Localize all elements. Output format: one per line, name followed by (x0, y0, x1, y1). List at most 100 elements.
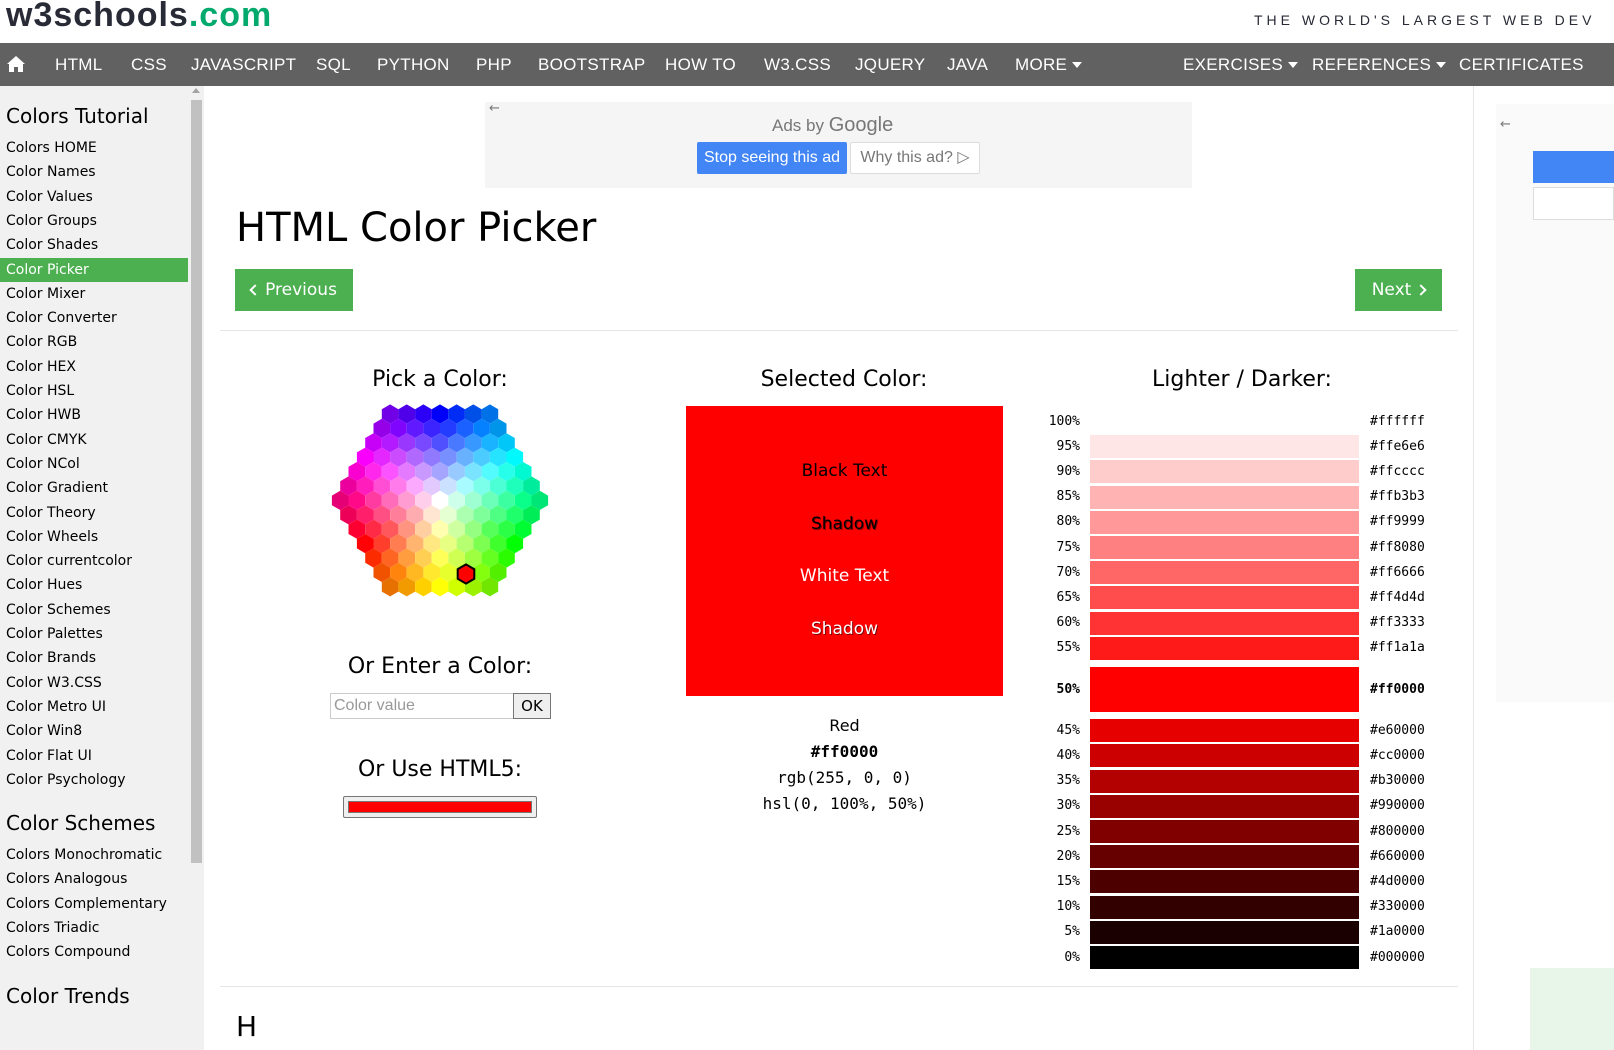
back-arrow-icon[interactable]: ← (489, 101, 500, 116)
nav-certificates[interactable]: CERTIFICATES (1459, 55, 1584, 75)
sidebar-link[interactable]: Color currentcolor (0, 549, 188, 573)
sidebar-scroll-thumb[interactable] (191, 100, 202, 863)
why-this-ad-button[interactable]: Why this ad? ▷ (850, 142, 980, 174)
sidebar-link[interactable]: Color CMYK (0, 428, 188, 452)
color-hexagon-map[interactable] (326, 404, 554, 600)
nav-bootstrap[interactable]: BOOTSTRAP (538, 55, 646, 75)
back-arrow-icon[interactable]: ← (1500, 117, 1511, 132)
shade-hex-value[interactable]: #330000 (1370, 899, 1425, 914)
shade-swatch[interactable] (1090, 410, 1359, 433)
shade-hex-value[interactable]: #800000 (1370, 824, 1425, 839)
sidebar-link[interactable]: Colors Compound (0, 940, 188, 964)
shade-hex-value[interactable]: #ffffff (1370, 414, 1425, 429)
shade-hex-value[interactable]: #ff9999 (1370, 514, 1425, 529)
shade-hex-value[interactable]: #ff4d4d (1370, 590, 1425, 605)
sidebar-link[interactable]: Color Values (0, 185, 188, 209)
shade-hex-value[interactable]: #ff8080 (1370, 540, 1425, 555)
sidebar-link[interactable]: Color Converter (0, 306, 188, 330)
nav-jquery[interactable]: JQUERY (855, 55, 925, 75)
shade-hex-value[interactable]: #4d0000 (1370, 874, 1425, 889)
nav-exercises[interactable]: EXERCISES (1183, 55, 1299, 75)
sidebar-link[interactable]: Color HWB (0, 403, 188, 427)
shade-swatch[interactable] (1090, 485, 1359, 509)
nav-javascript[interactable]: JAVASCRIPT (191, 55, 296, 75)
next-button[interactable]: Next (1355, 269, 1442, 311)
sidebar-link[interactable]: Color Flat UI (0, 744, 188, 768)
sidebar-link[interactable]: Color Shades (0, 233, 188, 257)
sidebar-link[interactable]: Color Hues (0, 573, 188, 597)
nav-references[interactable]: REFERENCES (1312, 55, 1447, 75)
previous-button[interactable]: Previous (235, 269, 353, 311)
sidebar-link[interactable]: Color Picker (0, 257, 188, 282)
shade-swatch[interactable] (1090, 536, 1359, 559)
sidebar-link[interactable]: Color Theory (0, 501, 188, 525)
nav-howto[interactable]: HOW TO (665, 55, 736, 75)
shade-swatch[interactable] (1090, 870, 1359, 894)
sidebar-link[interactable]: Color Wheels (0, 525, 188, 549)
scroll-up-icon[interactable] (192, 88, 200, 93)
shade-hex-value[interactable]: #ff6666 (1370, 565, 1425, 580)
sidebar-link[interactable]: Color Win8 (0, 719, 188, 743)
home-icon[interactable] (6, 55, 26, 73)
sidebar-link[interactable]: Color Psychology (0, 768, 188, 792)
side-ad-button-secondary[interactable] (1533, 187, 1614, 220)
sidebar-link[interactable]: Colors Analogous (0, 867, 188, 891)
sidebar-link[interactable]: Color Brands (0, 646, 188, 670)
sidebar-link[interactable]: Color HSL (0, 379, 188, 403)
sidebar-link[interactable]: Color NCol (0, 452, 188, 476)
sidebar-link[interactable]: Color Palettes (0, 622, 188, 646)
shade-hex-value[interactable]: #990000 (1370, 798, 1425, 813)
stop-seeing-ad-button[interactable]: Stop seeing this ad (697, 142, 847, 174)
side-ad-button[interactable] (1533, 151, 1614, 183)
shade-hex-value[interactable]: #ff0000 (1370, 682, 1425, 697)
shade-hex-value[interactable]: #e60000 (1370, 723, 1425, 738)
shade-swatch[interactable] (1090, 510, 1359, 534)
sidebar-link[interactable]: Colors HOME (0, 136, 188, 160)
shade-hex-value[interactable]: #660000 (1370, 849, 1425, 864)
nav-java[interactable]: JAVA (947, 55, 988, 75)
shade-swatch[interactable] (1090, 586, 1359, 610)
shade-hex-value[interactable]: #cc0000 (1370, 748, 1425, 763)
shade-swatch[interactable] (1090, 611, 1359, 635)
shade-swatch[interactable] (1090, 435, 1359, 459)
shade-swatch[interactable] (1090, 794, 1359, 818)
shade-hex-value[interactable]: #1a0000 (1370, 924, 1425, 939)
shade-swatch[interactable] (1090, 744, 1359, 768)
shade-swatch[interactable] (1090, 636, 1359, 660)
shade-swatch[interactable] (1090, 769, 1359, 793)
sidebar-link[interactable]: Color Schemes (0, 598, 188, 622)
sidebar-link[interactable]: Color Mixer (0, 282, 188, 306)
shade-swatch[interactable] (1090, 946, 1359, 969)
color-value-input[interactable]: Color value (330, 693, 514, 719)
shade-swatch[interactable] (1090, 920, 1359, 944)
ok-button[interactable]: OK (513, 693, 551, 719)
shade-swatch[interactable] (1090, 460, 1359, 484)
html5-color-input[interactable] (343, 796, 537, 818)
shade-hex-value[interactable]: #ffb3b3 (1370, 489, 1425, 504)
nav-more[interactable]: MORE (1015, 55, 1083, 75)
sidebar-link[interactable]: Colors Triadic (0, 916, 188, 940)
sidebar-link[interactable]: Color W3.CSS (0, 671, 188, 695)
shade-hex-value[interactable]: #ffe6e6 (1370, 439, 1425, 454)
nav-python[interactable]: PYTHON (377, 55, 450, 75)
shade-swatch[interactable] (1090, 561, 1359, 585)
shade-hex-value[interactable]: #b30000 (1370, 773, 1425, 788)
shade-hex-value[interactable]: #ffcccc (1370, 464, 1425, 479)
nav-sql[interactable]: SQL (316, 55, 351, 75)
sidebar-link[interactable]: Color RGB (0, 330, 188, 354)
sidebar-link[interactable]: Colors Complementary (0, 892, 188, 916)
shade-swatch[interactable] (1090, 895, 1359, 919)
shade-swatch[interactable] (1090, 719, 1359, 743)
nav-php[interactable]: PHP (476, 55, 512, 75)
shade-hex-value[interactable]: #ff3333 (1370, 615, 1425, 630)
shade-swatch[interactable] (1090, 845, 1359, 869)
w3schools-logo[interactable]: w3schools.com (6, 0, 272, 35)
sidebar-link[interactable]: Color Metro UI (0, 695, 188, 719)
sidebar-link[interactable]: Color Gradient (0, 476, 188, 500)
sidebar-link[interactable]: Colors Monochromatic (0, 843, 188, 867)
sidebar-link[interactable]: Color Groups (0, 209, 188, 233)
sidebar-link[interactable]: Color HEX (0, 355, 188, 379)
sidebar-link[interactable]: Color Names (0, 160, 188, 184)
shade-hex-value[interactable]: #000000 (1370, 950, 1425, 965)
shade-hex-value[interactable]: #ff1a1a (1370, 640, 1425, 655)
